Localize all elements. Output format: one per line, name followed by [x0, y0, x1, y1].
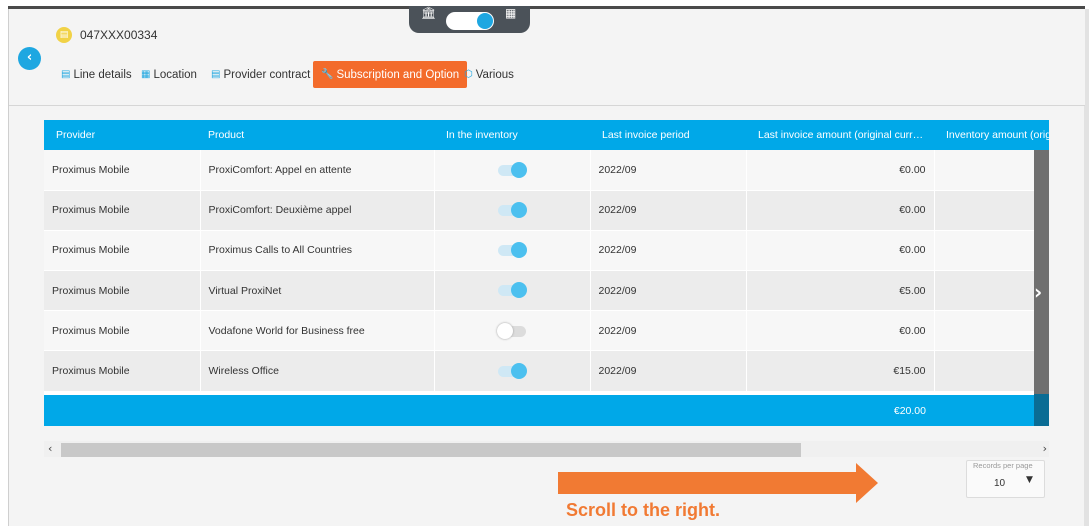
scrollbar-thumb[interactable] — [61, 443, 801, 457]
column-header-last-invoice-period[interactable]: Last invoice period — [590, 120, 746, 150]
cell-period: 2022/09 — [590, 350, 747, 392]
cell-provider: Proximus Mobile — [44, 150, 201, 191]
cell-product: Wireless Office — [200, 350, 435, 392]
table-row[interactable]: Proximus Mobile Wireless Office 2022/09 … — [44, 350, 1049, 392]
records-per-page-select[interactable]: Records per page 10 ▼ — [966, 460, 1045, 498]
subscriptions-table: Provider Product In the inventory Last i… — [44, 120, 1049, 426]
scroll-right-overlay-total — [1034, 394, 1049, 426]
column-header-provider[interactable]: Provider — [44, 120, 200, 150]
annotation-arrow — [558, 472, 856, 494]
cell-provider: Proximus Mobile — [44, 310, 201, 352]
cell-amount: €0.00 — [746, 190, 935, 231]
tab-label: Location — [153, 68, 197, 81]
cell-product: Vodafone World for Business free — [200, 310, 435, 352]
inventory-toggle[interactable] — [498, 362, 527, 379]
column-header-in-inventory[interactable]: In the inventory — [434, 120, 590, 150]
chevron-left-icon: ‹ — [26, 50, 33, 65]
tab-subscription-and-option[interactable]: 🔧 Subscription and Option — [313, 61, 468, 88]
cell-provider: Proximus Mobile — [44, 270, 201, 312]
total-amount: €20.00 — [746, 395, 934, 426]
document-icon: ▤ — [211, 69, 221, 80]
sim-card-icon: ▤ — [56, 27, 72, 43]
cell-inventory-amount — [934, 150, 1049, 191]
cell-in-inventory — [434, 230, 591, 272]
inventory-toggle[interactable] — [498, 202, 527, 218]
line-header — [9, 9, 1085, 106]
annotation-text: Scroll to the right. — [566, 500, 721, 520]
cell-period: 2022/09 — [590, 310, 747, 352]
cell-inventory-amount — [934, 270, 1049, 312]
column-header-inventory-amount[interactable]: Inventory amount (origi — [934, 120, 1049, 150]
cell-period: 2022/09 — [590, 270, 747, 312]
cell-provider: Proximus Mobile — [44, 190, 201, 231]
cell-in-inventory — [434, 350, 591, 392]
cell-amount: €0.00 — [746, 230, 935, 272]
table-row[interactable]: Proximus Mobile Virtual ProxiNet 2022/09… — [44, 270, 1049, 312]
tab-provider-contract[interactable]: ▤ Provider contract — [211, 61, 310, 88]
tab-label: Provider contract — [223, 68, 311, 81]
cell-product: ProxiComfort: Appel en attente — [200, 150, 435, 191]
tab-label: Various — [475, 68, 514, 81]
inventory-toggle[interactable] — [498, 282, 527, 299]
records-per-page-label: Records per page — [973, 461, 1033, 470]
inventory-toggle[interactable] — [498, 242, 527, 259]
horizontal-scrollbar[interactable]: ‹ › — [44, 441, 1049, 457]
tab-location[interactable]: ▦ Location — [141, 61, 197, 88]
chevron-right-icon[interactable]: › — [1043, 442, 1047, 455]
cell-in-inventory — [434, 150, 591, 191]
document-icon: ▤ — [61, 69, 71, 80]
inventory-toggle[interactable] — [498, 161, 527, 178]
column-header-product[interactable]: Product — [200, 120, 434, 150]
cell-amount: €15.00 — [746, 350, 935, 392]
tab-various[interactable]: ⬡ Various — [464, 61, 514, 88]
scroll-right-overlay[interactable] — [1034, 150, 1049, 394]
chevron-right-icon[interactable]: › — [1034, 280, 1042, 304]
tab-label: Line details — [73, 68, 132, 81]
cell-amount: €0.00 — [746, 310, 935, 352]
column-header-last-invoice-amount[interactable]: Last invoice amount (original curren… — [746, 120, 934, 150]
cell-provider: Proximus Mobile — [44, 350, 201, 392]
building-icon: ▦ — [141, 69, 151, 80]
cell-product: Proximus Calls to All Countries — [200, 230, 435, 272]
cell-in-inventory — [434, 310, 591, 352]
bank-icon[interactable]: 🏛 — [421, 6, 436, 20]
cell-in-inventory — [434, 270, 591, 312]
table-row[interactable]: Proximus Mobile Vodafone World for Busin… — [44, 310, 1049, 352]
table-header-row: Provider Product In the inventory Last i… — [44, 120, 1049, 150]
cell-amount: €0.00 — [746, 150, 935, 191]
back-button[interactable]: ‹ — [18, 47, 41, 70]
records-per-page-value: 10 — [994, 478, 1006, 489]
table-row[interactable]: Proximus Mobile ProxiComfort: Appel en a… — [44, 150, 1049, 191]
table-total-row: €20.00 — [44, 395, 1049, 426]
table-row[interactable]: Proximus Mobile Proximus Calls to All Co… — [44, 230, 1049, 272]
cell-inventory-amount — [934, 230, 1049, 272]
cell-product: Virtual ProxiNet — [200, 270, 435, 312]
cell-inventory-amount — [934, 190, 1049, 231]
chevron-left-icon[interactable]: ‹ — [48, 442, 52, 455]
cell-product: ProxiComfort: Deuxième appel — [200, 190, 435, 231]
annotation-arrow-head — [856, 463, 878, 503]
view-toggle-knob — [477, 13, 493, 29]
cube-icon: ⬡ — [464, 69, 473, 80]
caret-down-icon: ▼ — [1026, 475, 1033, 485]
cell-provider: Proximus Mobile — [44, 230, 201, 272]
building-icon[interactable]: ▦ — [505, 6, 516, 20]
sim-number: 047XXX00334 — [80, 28, 158, 42]
tab-label: Subscription and Option — [336, 68, 460, 81]
cell-inventory-amount — [934, 310, 1049, 352]
cell-in-inventory — [434, 190, 591, 231]
cell-inventory-amount — [934, 350, 1049, 392]
cell-period: 2022/09 — [590, 150, 747, 191]
wrench-icon: 🔧 — [321, 69, 334, 80]
tab-line-details[interactable]: ▤ Line details — [61, 61, 132, 88]
cell-amount: €5.00 — [746, 270, 935, 312]
cell-period: 2022/09 — [590, 230, 747, 272]
table-row[interactable]: Proximus Mobile ProxiComfort: Deuxième a… — [44, 190, 1049, 231]
cell-period: 2022/09 — [590, 190, 747, 231]
inventory-toggle[interactable] — [497, 322, 526, 339]
